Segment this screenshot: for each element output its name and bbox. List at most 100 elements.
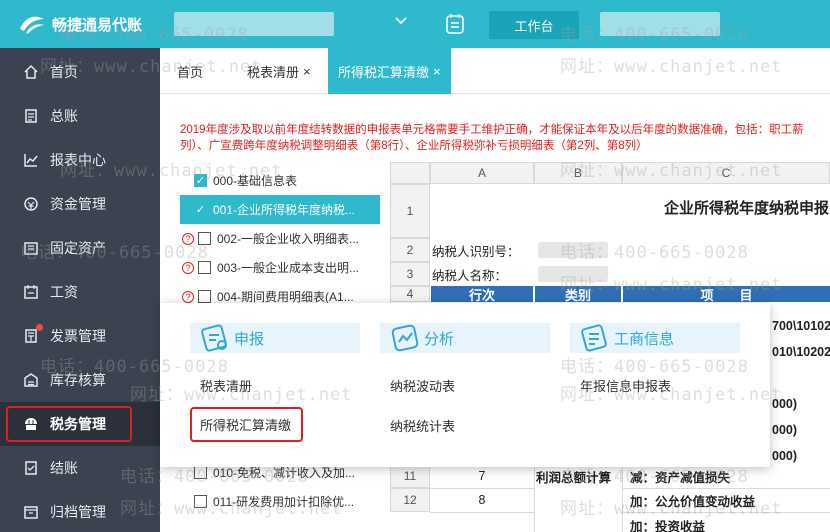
sidebar-item-salary[interactable]: 工资 <box>0 270 160 314</box>
grid-line <box>430 512 534 513</box>
sidebar-item-label: 库存核算 <box>50 372 106 388</box>
value-cell[interactable]: 000) <box>772 446 797 466</box>
sheet-title[interactable]: 企业所得税年度纳税申报 <box>664 192 829 222</box>
sidebar-item-fixed-assets[interactable]: 固定资产 <box>0 226 160 270</box>
menu-link-tax-fluctuation[interactable]: 纳税波动表 <box>390 376 455 395</box>
archive-icon <box>22 503 40 521</box>
analysis-icon <box>391 324 419 352</box>
checkbox-checked[interactable]: ✓ <box>194 203 207 216</box>
sidebar-item-label: 工资 <box>50 284 78 300</box>
taxpayer-id-label[interactable]: 纳税人识别号： <box>432 238 520 262</box>
taxpayer-name-redacted <box>538 266 608 282</box>
row-header[interactable]: 4 <box>390 286 430 302</box>
tab-home[interactable]: 首页 <box>177 48 203 94</box>
brand-logo-icon <box>20 16 44 34</box>
notice-line-2: 列）、广宣费跨年度纳税调整明细表（第8行）、企业所得税弥补亏损明细表（第2列、第… <box>180 140 648 152</box>
code-cell[interactable]: 700\101020\ <box>772 316 830 336</box>
value-cell[interactable]: 000) <box>772 394 797 414</box>
checkbox[interactable] <box>194 495 207 508</box>
menu-link-annual-report[interactable]: 年报信息申报表 <box>580 376 671 395</box>
sidebar-item-funds[interactable]: 资金管理 <box>0 182 160 226</box>
grid-line <box>534 464 535 532</box>
inventory-icon <box>22 371 40 389</box>
notice-line-1: 2019年度涉及取以前年度结转数据的申报表单元格需要手工维护正确，才能保证本年及… <box>180 124 804 136</box>
tab-tax-register[interactable]: 税表清册 × <box>247 48 311 94</box>
tab-income-tax-settlement[interactable]: 所得税汇算清缴 × <box>328 48 451 94</box>
tab-label: 税表清册 <box>247 64 300 80</box>
header-cell-category[interactable]: 类别 <box>535 286 621 303</box>
row-header[interactable]: 1 <box>390 184 430 238</box>
tree-item-label: 001-企业所得税年度纳税... <box>213 203 356 217</box>
sidebar-item-checkout[interactable]: 结账 <box>0 446 160 490</box>
home-icon <box>22 63 40 81</box>
column-header[interactable]: C <box>622 162 830 184</box>
company-name-redacted[interactable] <box>174 12 334 36</box>
section-header-analysis: 分析 <box>380 323 550 353</box>
column-header[interactable]: B <box>534 162 622 184</box>
header-cell-item[interactable]: 项 目 <box>623 286 830 303</box>
row-header[interactable]: 11 <box>390 464 430 488</box>
close-icon[interactable]: × <box>433 64 441 79</box>
salary-icon <box>22 283 40 301</box>
code-cell[interactable]: 010\10202 <box>772 342 830 362</box>
help-icon[interactable]: ? <box>182 261 194 274</box>
menu-link-income-tax-settlement[interactable]: 所得税汇算清缴 <box>190 407 304 442</box>
help-icon[interactable]: ? <box>182 290 194 303</box>
chart-icon <box>22 151 40 169</box>
menu-link-tax-register[interactable]: 税表清册 <box>200 376 252 395</box>
grid-line <box>622 512 830 513</box>
calendar-icon[interactable] <box>444 12 466 36</box>
tab-bar: 首页 税表清册 × 所得税汇算清缴 × <box>160 48 830 94</box>
workbench-button[interactable]: 工作台 <box>489 11 579 39</box>
menu-link-tax-statistics[interactable]: 纳税统计表 <box>390 416 455 435</box>
tree-item[interactable]: ? 003-一般企业成本支出明... <box>180 253 380 282</box>
checkbox-checked[interactable]: ✓ <box>194 174 207 187</box>
tab-label: 所得税汇算清缴 <box>338 64 430 80</box>
sidebar-item-report-center[interactable]: 报表中心 <box>0 138 160 182</box>
checkbox[interactable] <box>198 290 211 303</box>
sidebar-item-archive[interactable]: 归档管理 <box>0 490 160 532</box>
sidebar-item-tax[interactable]: 税务管理 <box>0 402 160 446</box>
sidebar-item-ledger[interactable]: 总账 <box>0 94 160 138</box>
highlight-box <box>6 406 132 442</box>
asset-icon <box>22 239 40 257</box>
section-title: 申报 <box>234 330 265 348</box>
item-cell[interactable]: 加：投资收益 <box>630 516 705 532</box>
row-number-cell[interactable]: 8 <box>430 488 534 512</box>
tree-item-selected[interactable]: ✓ 001-企业所得税年度纳税... <box>180 195 380 224</box>
taxpayer-name-label[interactable]: 纳税人名称： <box>432 262 507 286</box>
chevron-down-icon[interactable] <box>394 14 408 33</box>
tree-item[interactable]: 011-研发费用加计扣除优... <box>180 487 380 516</box>
sidebar-item-label: 结账 <box>50 460 78 476</box>
row-header[interactable]: 2 <box>390 238 430 262</box>
tree-item-label: 002-一般企业收入明细表... <box>217 232 360 246</box>
category-cell[interactable]: 利润总额计算 <box>536 464 622 488</box>
checkbox[interactable] <box>194 466 207 479</box>
header-cell-row-no[interactable]: 行次 <box>431 286 533 303</box>
item-cell[interactable]: 加：公允价值变动收益 <box>630 488 755 512</box>
value-cell[interactable]: 000) <box>772 420 797 440</box>
checkbox[interactable] <box>198 261 211 274</box>
top-bar: 工作台 <box>160 0 830 48</box>
sidebar-item-label: 固定资产 <box>50 240 106 256</box>
tree-item[interactable]: ? 002-一般企业收入明细表... <box>180 224 380 253</box>
row-header[interactable]: 12 <box>390 488 430 512</box>
sidebar-item-home[interactable]: 首页 <box>0 50 160 94</box>
help-icon[interactable]: ? <box>182 232 194 245</box>
tab-label: 首页 <box>177 64 204 80</box>
tree-item[interactable]: ✓ 000-基础信息表 <box>180 166 380 195</box>
corner-cell <box>390 162 430 184</box>
row-header[interactable]: 3 <box>390 262 430 286</box>
user-info-redacted[interactable] <box>600 12 720 36</box>
row-number-cell[interactable]: 7 <box>430 464 534 488</box>
sidebar-item-inventory[interactable]: 库存核算 <box>0 358 160 402</box>
business-icon <box>581 324 607 352</box>
tax-management-menu: 申报 分析 工商信息 税表清册 所得税汇算清缴 纳税波动表 纳税统计表 年报信息… <box>160 303 770 467</box>
close-icon[interactable]: × <box>303 64 311 79</box>
checkbox[interactable] <box>198 232 211 245</box>
column-header[interactable]: A <box>430 162 534 184</box>
sidebar-item-invoice[interactable]: 发票管理 <box>0 314 160 358</box>
item-cell[interactable]: 减：资产减值损失 <box>630 464 730 488</box>
sidebar-item-label: 发票管理 <box>50 328 106 344</box>
sidebar-item-label: 资金管理 <box>50 196 106 212</box>
